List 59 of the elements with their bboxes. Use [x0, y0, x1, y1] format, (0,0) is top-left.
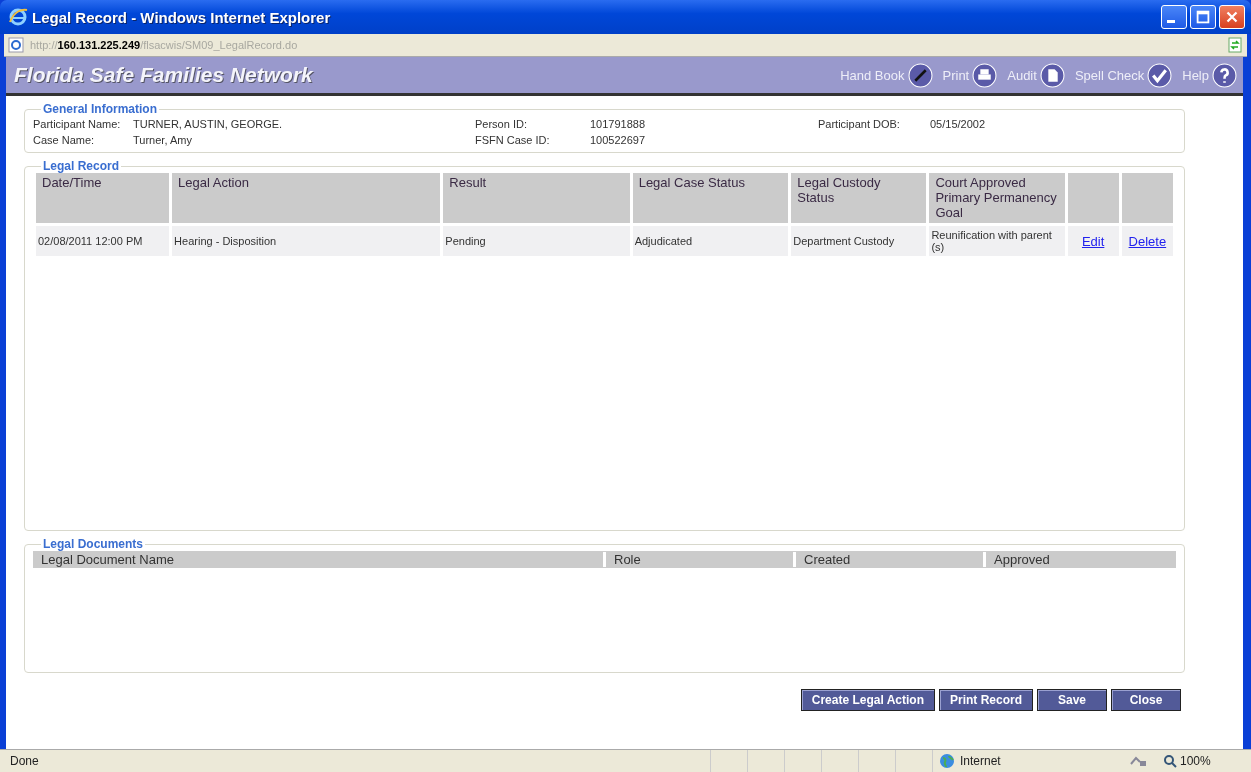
column-header: Legal Custody Status: [791, 173, 927, 226]
column-header: Legal Document Name: [40, 552, 175, 567]
field-value: 05/15/2002: [930, 118, 987, 130]
pen-icon: [907, 62, 933, 88]
maximize-icon: [1194, 8, 1212, 26]
zone-label: Internet: [960, 754, 1001, 768]
checkmark-icon: [1147, 62, 1173, 88]
address-text: http://160.131.225.249/flsacwis/SM09_LegalRecord.do: [30, 39, 299, 51]
window-title: Legal Record - Windows Internet Explorer: [32, 8, 332, 26]
row-link[interactable]: Delete: [1128, 233, 1167, 249]
printer-icon: [972, 62, 998, 88]
column-header: [1121, 173, 1173, 226]
zoom-text: 100%: [1180, 754, 1211, 768]
table-cell: Adjudicated: [632, 226, 789, 256]
column-header: [1067, 173, 1119, 226]
field-label: Participant DOB:: [818, 118, 901, 130]
field-value: 100522697: [590, 134, 647, 146]
maximize-button[interactable]: [1190, 5, 1216, 29]
section-title: Legal Record: [42, 159, 121, 173]
column-header: Legal Case Status: [632, 173, 789, 226]
section-title: Legal Documents: [42, 537, 145, 551]
zoom-icon: [1163, 754, 1177, 768]
action-button[interactable]: Print Record: [939, 689, 1033, 711]
help-icon: [1212, 62, 1237, 88]
close-button[interactable]: [1219, 5, 1245, 29]
action-button[interactable]: Save: [1037, 689, 1107, 711]
column-header: Approved: [983, 552, 1176, 567]
browser-logo-icon: [8, 7, 28, 27]
table-cell: Pending: [443, 226, 630, 256]
column-header: Court Approved Primary Permanency Goal: [929, 173, 1065, 226]
field-label: Person ID:: [475, 118, 528, 130]
field-value: 101791888: [590, 118, 647, 130]
field-value: Turner, Amy: [133, 134, 193, 146]
field-label: Case Name:: [33, 134, 96, 146]
column-header: Date/Time: [36, 173, 170, 226]
column-header: Role: [603, 552, 793, 567]
document-icon: [1039, 62, 1065, 88]
table-cell: Hearing - Disposition: [172, 226, 441, 256]
field-label: FSFN Case ID:: [475, 134, 551, 146]
app-title: Florida Safe Families Network: [14, 63, 314, 87]
globe-icon: [939, 753, 955, 769]
field-label: Participant Name:: [33, 118, 122, 130]
minimize-button[interactable]: [1161, 5, 1187, 29]
table-cell: Department Custody: [791, 226, 927, 256]
section-title: General Information: [42, 102, 159, 116]
field-value: TURNER, AUSTIN, GEORGE.: [133, 118, 284, 130]
minimize-icon: [1167, 20, 1175, 23]
page-icon: [8, 37, 24, 53]
zoom-level[interactable]: 100%: [1163, 754, 1243, 768]
table-cell: 02/08/2011 12:00 PM: [36, 226, 170, 256]
action-button[interactable]: Close: [1111, 689, 1181, 711]
table-cell: Reunification with parent (s): [929, 226, 1065, 256]
action-button[interactable]: Create Legal Action: [800, 689, 935, 711]
column-header: Legal Action: [172, 173, 441, 226]
row-link[interactable]: Edit: [1081, 233, 1105, 249]
column-header: Created: [793, 552, 983, 567]
status-text: Done: [10, 754, 40, 768]
column-header: Result: [443, 173, 630, 226]
refresh-icon[interactable]: [1227, 37, 1243, 53]
